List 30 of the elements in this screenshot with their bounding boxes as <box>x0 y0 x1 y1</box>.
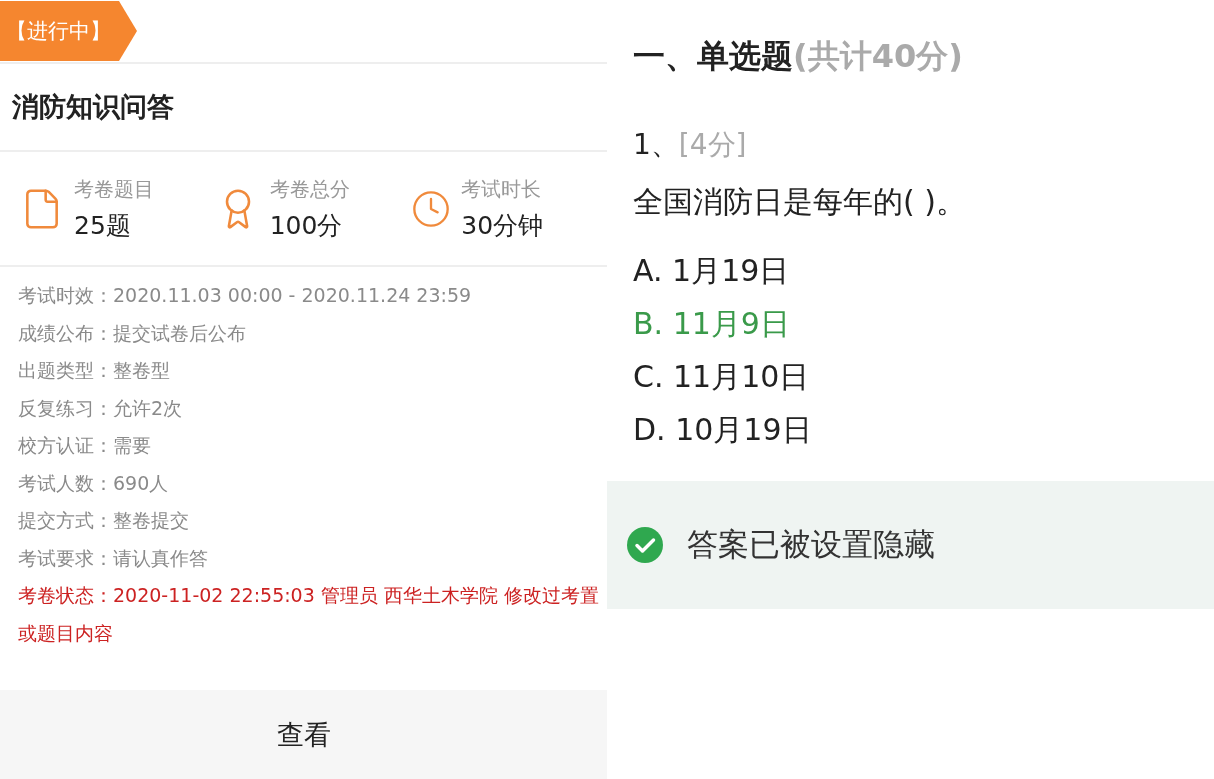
stat-label: 考试时长 <box>461 175 543 203</box>
status-tag: 【进行中】 <box>0 1 137 61</box>
stat-value: 30分钟 <box>461 209 544 242</box>
view-button[interactable]: 查看 <box>256 710 351 759</box>
question-text: 全国消防日是每年的( )。 <box>632 183 967 221</box>
info-line: 考试要求：请认真作答 <box>18 545 209 571</box>
info-line: 反复练习：允许2次 <box>18 395 184 421</box>
question-number: 1、 <box>633 127 679 163</box>
answer-option: B. 11月9日 <box>633 302 1214 345</box>
answer-option: A. 1月19日 <box>633 249 1214 292</box>
stat-value: 100分 <box>269 209 344 242</box>
info-line: 校方认证：需要 <box>18 433 152 458</box>
answer-option: D. 10月19日 <box>633 408 1214 451</box>
section-title: 一、单选题 <box>633 36 793 77</box>
info-line: 成绩公布：提交试卷后公布 <box>18 320 247 346</box>
answer-hidden-notice: 答案已被设置隐藏 <box>687 525 935 564</box>
stat-label: 考卷题目 <box>74 175 154 203</box>
answer-option: C. 11月10日 <box>633 355 1214 398</box>
section-score: (共计40分) <box>793 36 963 77</box>
clock-icon <box>411 188 452 229</box>
check-icon <box>627 527 663 563</box>
stat-label: 考卷总分 <box>269 175 350 203</box>
info-line: 出题类型：整卷型 <box>18 358 171 383</box>
info-line: 提交方式：整卷提交 <box>18 508 190 533</box>
info-line: 考试时效：2020.11.03 00:00 - 2020.11.24 23:59 <box>18 283 473 308</box>
status-warning: 考卷状态：2020-11-02 22:55:03 管理员 西华土木学院 修改过考置或题目内容 <box>18 583 600 646</box>
question-score: [4分] <box>678 127 747 163</box>
stat-value: 25题 <box>74 209 132 242</box>
info-line: 考试人数：690人 <box>18 470 170 496</box>
exam-title: 消防知识问答 <box>0 64 607 152</box>
